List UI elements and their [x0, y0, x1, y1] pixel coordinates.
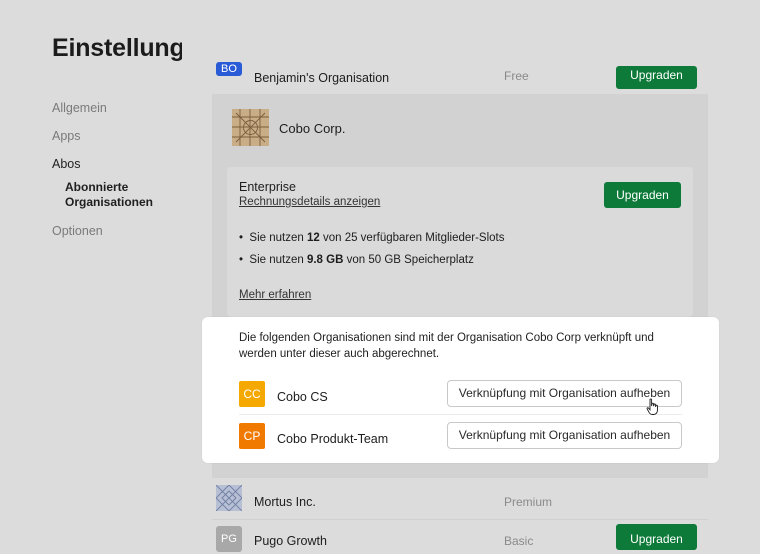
usage-item-storage: • Sie nutzen 9.8 GB von 50 GB Speicherpl… — [239, 254, 474, 266]
plan-title: Enterprise — [239, 180, 296, 194]
usage-item-members: • Sie nutzen 12 von 25 verfügbaren Mitgl… — [239, 232, 505, 244]
nav-subitem-abonnierte-organisationen[interactable]: Abonnierte Organisationen — [65, 180, 202, 223]
upgrade-button[interactable]: Upgraden — [604, 182, 681, 208]
linked-row: CP Cobo Produkt-Team Verknüpfung mit Org… — [239, 418, 682, 456]
usage-prefix: Sie nutzen — [249, 232, 307, 244]
org-avatar-initials: BO — [221, 63, 237, 75]
learn-more-link[interactable]: Mehr erfahren — [239, 289, 311, 301]
linked-org-name: Cobo CS — [277, 390, 328, 404]
org-avatar — [215, 484, 243, 512]
org-plan: Free — [504, 69, 529, 83]
usage-list: • Sie nutzen 12 von 25 verfügbaren Mitgl… — [239, 232, 505, 276]
org-name: Benjamin's Organisation — [254, 71, 390, 85]
org-row-mortus: Mortus Inc. Premium — [212, 479, 708, 520]
linked-row: CC Cobo CS Verknüpfung mit Organisation … — [239, 376, 682, 415]
nav-item-apps[interactable]: Apps — [52, 128, 202, 156]
nav-item-allgemein[interactable]: Allgemein — [52, 100, 202, 128]
usage-suffix: von 25 verfügbaren Mitglieder-Slots — [319, 232, 505, 244]
unlink-button[interactable]: Verknüpfung mit Organisation aufheben — [447, 422, 682, 449]
linked-org-name: Cobo Produkt-Team — [277, 432, 389, 446]
usage-value: 9.8 GB — [306, 254, 344, 266]
usage-value: 12 — [306, 232, 320, 244]
nav-item-optionen[interactable]: Optionen — [52, 223, 202, 251]
linked-description: Die folgenden Organisationen sind mit de… — [239, 332, 654, 360]
settings-nav: Allgemein Apps Abos Abonnierte Organisat… — [52, 100, 202, 251]
org-avatar: PG — [216, 526, 242, 552]
linked-organisations-panel: Die folgenden Organisationen sind mit de… — [202, 317, 719, 463]
org-avatar: BO — [216, 62, 242, 76]
org-row-pugo: PG Pugo Growth Basic Upgraden — [212, 520, 708, 552]
pattern-icon — [232, 109, 269, 146]
usage-prefix: Sie nutzen — [249, 254, 307, 266]
org-name: Pugo Growth — [254, 534, 327, 548]
pattern-icon — [215, 484, 243, 512]
org-avatar — [232, 109, 269, 146]
hand-cursor-icon — [646, 398, 658, 415]
org-row-benjamin: BO Benjamin's Organisation Free Upgraden — [212, 60, 708, 94]
plan-card: Enterprise Rechnungsdetails anzeigen Upg… — [227, 167, 693, 317]
org-plan: Premium — [504, 495, 553, 509]
upgrade-button[interactable]: Upgraden — [616, 66, 697, 89]
org-avatar: CP — [239, 423, 265, 449]
usage-suffix: von 50 GB Speicherplatz — [343, 254, 474, 266]
org-name: Mortus Inc. — [254, 495, 316, 509]
org-avatar: CC — [239, 381, 265, 407]
billing-details-link[interactable]: Rechnungsdetails anzeigen — [239, 196, 380, 208]
org-name: Cobo Corp. — [279, 121, 346, 136]
upgrade-button[interactable]: Upgraden — [616, 524, 697, 550]
org-plan: Basic — [504, 534, 534, 548]
page-title: Einstellungen — [52, 34, 182, 62]
